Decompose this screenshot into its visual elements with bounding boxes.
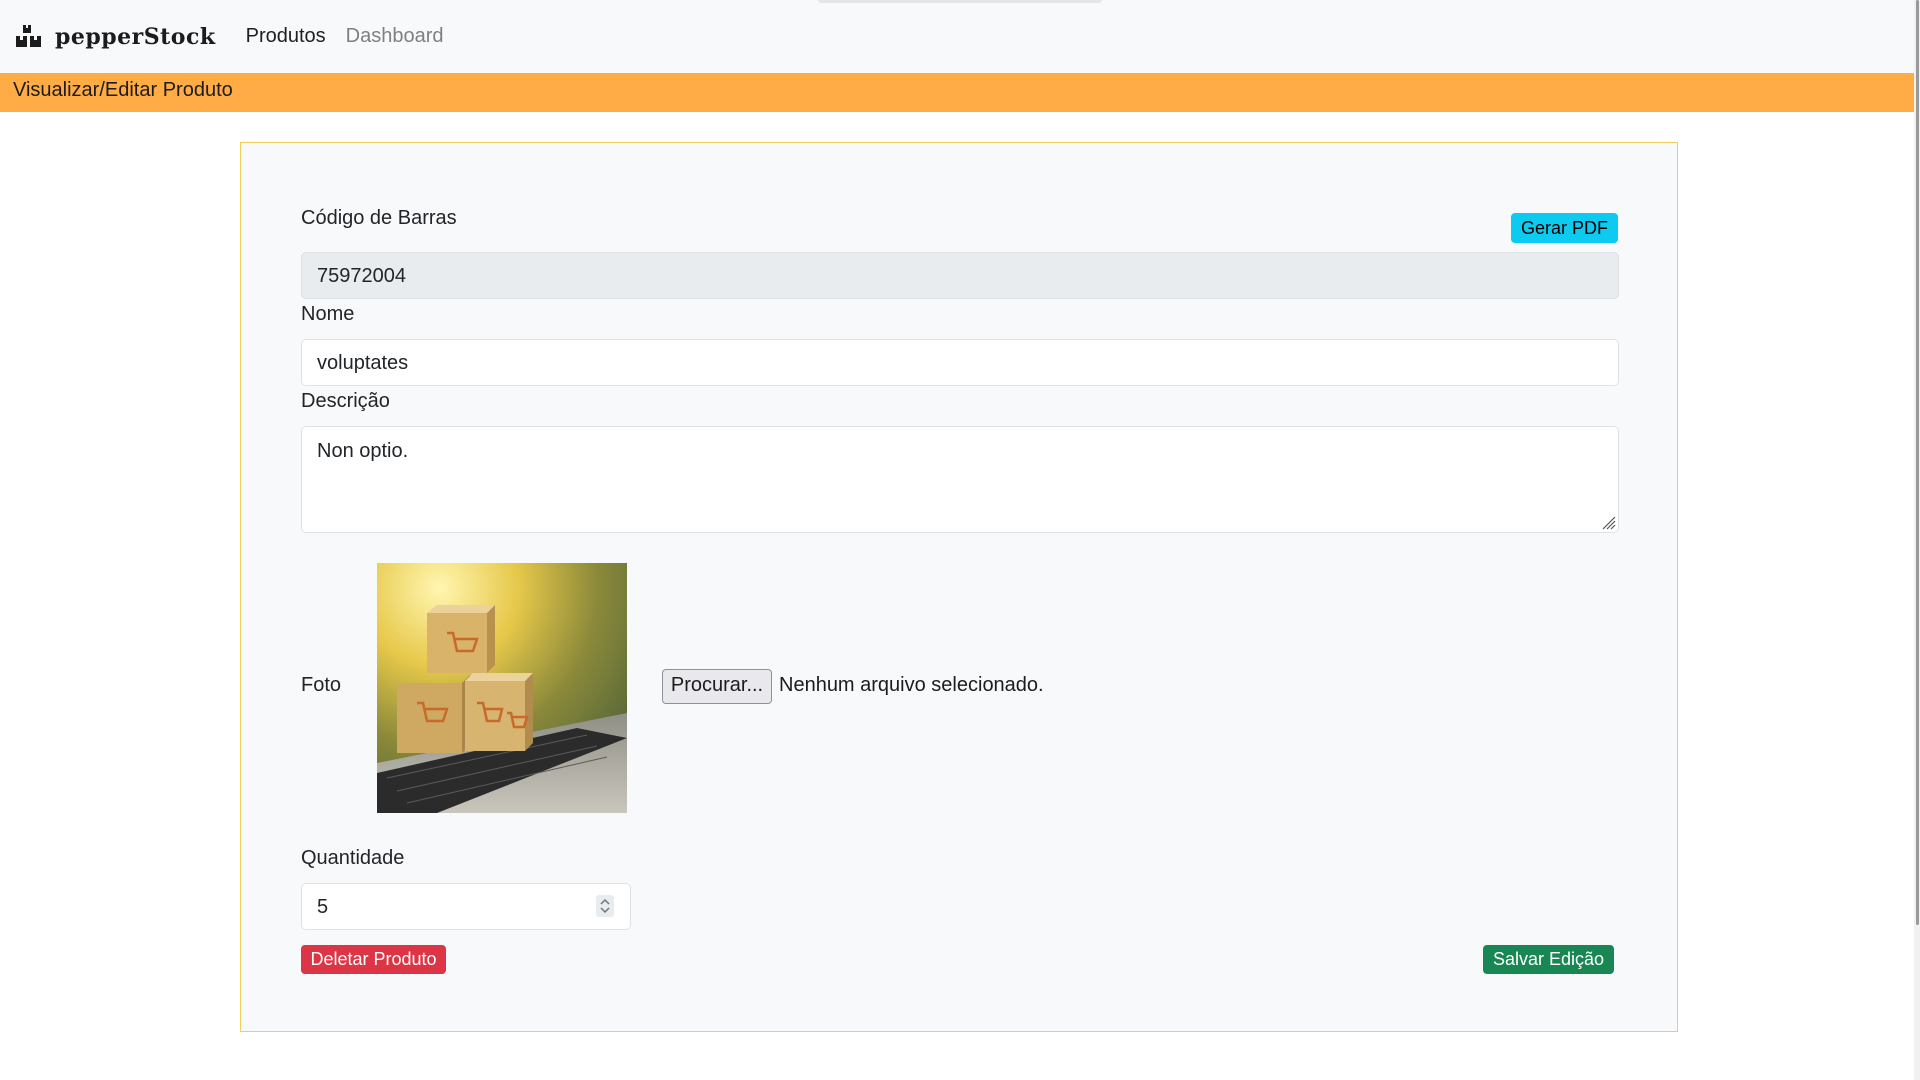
nav-link-dashboard[interactable]: Dashboard [346, 25, 444, 48]
top-edge-shade [818, 0, 1102, 3]
save-edit-button[interactable]: Salvar Edição [1483, 945, 1614, 974]
quantity-label: Quantidade [301, 847, 405, 869]
brand[interactable]: pepperStock [15, 23, 216, 51]
brand-name: pepperStock [55, 23, 216, 50]
barcode-value: 75972004 [317, 265, 406, 287]
name-input[interactable]: voluptates [301, 339, 1619, 386]
nav-link-produtos[interactable]: Produtos [246, 25, 326, 48]
barcode-field: 75972004 [301, 252, 1619, 299]
browse-file-button[interactable]: Procurar... [662, 669, 772, 704]
page-title: Visualizar/Editar Produto [13, 79, 233, 101]
product-photo [377, 563, 627, 813]
resize-grip-icon[interactable] [1602, 516, 1616, 530]
quantity-stepper[interactable]: 5 [301, 883, 631, 930]
quantity-value: 5 [317, 896, 329, 918]
description-textarea[interactable]: Non optio. [301, 426, 1619, 533]
description-label: Descrição [301, 390, 390, 412]
file-status-text: Nenhum arquivo selecionado. [779, 674, 1044, 696]
barcode-label: Código de Barras [301, 207, 457, 229]
delete-product-button[interactable]: Deletar Produto [301, 945, 446, 974]
page-title-bar: Visualizar/Editar Produto [0, 73, 1914, 112]
spinner-arrows-icon[interactable] [596, 895, 614, 917]
name-label: Nome [301, 303, 355, 325]
name-value: voluptates [317, 352, 409, 374]
description-value: Non optio. [317, 440, 409, 462]
boxes-logo-icon [16, 24, 41, 47]
photo-label: Foto [301, 674, 342, 696]
top-navbar: pepperStock Produtos Dashboard [0, 0, 1914, 73]
generate-pdf-button[interactable]: Gerar PDF [1511, 213, 1618, 243]
scrollbar-thumb[interactable] [1916, 0, 1919, 925]
